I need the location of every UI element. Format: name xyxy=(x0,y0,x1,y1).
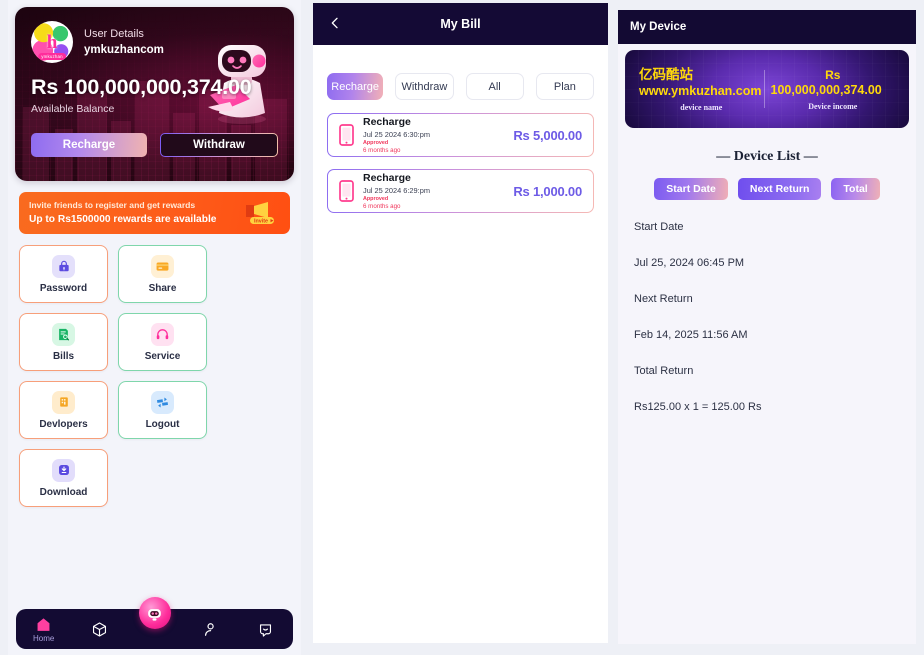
device-name-url: www.ymkuzhan.com xyxy=(639,83,762,98)
device-income-label: Device income xyxy=(808,102,858,112)
balance-hero-card: h ymkuzhan User Details ymkuzhancom Rs 1… xyxy=(15,7,294,181)
nav-item-label: Home xyxy=(33,633,55,643)
device-tab-start-date[interactable]: Start Date xyxy=(654,178,728,200)
menu-tile-label: Devlopers xyxy=(39,418,88,430)
chevron-left-icon xyxy=(331,17,338,28)
transaction-row[interactable]: Recharge Jul 25 2024 6:30:pm Approved 6 … xyxy=(327,113,594,157)
detail-label-total-return: Total Return xyxy=(634,365,694,377)
available-balance-amount: Rs 100,000,000,374.00 xyxy=(31,75,252,99)
device-tab-total[interactable]: Total xyxy=(831,178,880,200)
bill-panel: My Bill Recharge Withdraw All Plan Recha… xyxy=(313,3,608,643)
building-icon xyxy=(52,390,75,414)
menu-tile-bills[interactable]: Bills xyxy=(19,313,108,371)
filter-tab-all[interactable]: All xyxy=(465,73,524,100)
menu-tile-label: Share xyxy=(148,282,177,294)
invite-line-2: Up to Rs1500000 rewards are available xyxy=(29,213,217,225)
phone-icon xyxy=(339,180,354,202)
transaction-type: Recharge xyxy=(363,115,411,128)
device-tabs: Start Date Next Return Total xyxy=(618,178,916,200)
device-header: My Device xyxy=(618,10,916,44)
nav-item-home[interactable]: Home xyxy=(21,616,67,643)
device-name-label: device name xyxy=(680,103,723,113)
home-panel: h ymkuzhan User Details ymkuzhancom Rs 1… xyxy=(8,0,301,655)
transaction-relative-time: 6 months ago xyxy=(363,146,401,154)
invite-friends-banner[interactable]: Invite friends to register and get rewar… xyxy=(19,192,290,234)
user-icon xyxy=(205,622,215,636)
transaction-relative-time: 6 months ago xyxy=(363,202,401,210)
invite-badge-icon: Invite xyxy=(242,199,280,227)
menu-tile-label: Download xyxy=(39,486,88,498)
transaction-amount: Rs 5,000.00 xyxy=(513,127,582,143)
nav-item-products[interactable] xyxy=(76,621,122,638)
bill-filter-tabs: Recharge Withdraw All Plan xyxy=(313,45,608,100)
transaction-status: Approved xyxy=(363,195,389,202)
detail-label-next-return: Next Return xyxy=(634,293,693,305)
app-screenshot: h ymkuzhan User Details ymkuzhancom Rs 1… xyxy=(0,0,924,655)
device-summary-card: 亿码酷站 www.ymkuzhan.com device name Rs 100… xyxy=(625,50,909,128)
available-balance-label: Available Balance xyxy=(31,103,115,115)
device-income-currency: Rs xyxy=(825,67,841,82)
device-list-heading: — Device List — xyxy=(716,149,818,164)
menu-tile-devlopers[interactable]: Devlopers xyxy=(19,381,108,439)
nav-item-team[interactable] xyxy=(187,621,233,638)
bill-search-icon xyxy=(52,322,75,346)
device-panel: My Device 亿码酷站 www.ymkuzhan.com device n… xyxy=(618,10,916,644)
home-icon xyxy=(37,617,50,631)
menu-tile-label: Password xyxy=(39,282,88,294)
detail-value-next-return: Feb 14, 2025 11:56 AM xyxy=(634,329,748,341)
menu-tile-logout[interactable]: Logout xyxy=(118,381,207,439)
transaction-row[interactable]: Recharge Jul 25 2024 6:29:pm Approved 6 … xyxy=(327,169,594,213)
menu-tile-label: Logout xyxy=(145,418,180,430)
user-details-label: User Details xyxy=(84,27,144,40)
transaction-amount: Rs 1,000.00 xyxy=(513,183,582,199)
svg-text:Invite: Invite xyxy=(254,219,268,225)
menu-tile-service[interactable]: Service xyxy=(118,313,207,371)
card-icon xyxy=(151,254,174,278)
nav-item-chat[interactable] xyxy=(242,621,288,638)
floating-robot-assistant-button[interactable] xyxy=(138,597,171,629)
filter-tab-recharge[interactable]: Recharge xyxy=(327,73,384,100)
user-name: ymkuzhancom xyxy=(84,44,164,57)
download-icon xyxy=(52,458,75,482)
user-avatar[interactable]: h ymkuzhan xyxy=(31,21,73,63)
lock-icon xyxy=(52,254,75,278)
menu-tile-share[interactable]: Share xyxy=(118,245,207,303)
filter-tab-withdraw[interactable]: Withdraw xyxy=(395,73,454,100)
withdraw-button[interactable]: Withdraw xyxy=(160,133,278,157)
menu-tile-password[interactable]: Password xyxy=(19,245,108,303)
detail-value-start-date: Jul 25, 2024 06:45 PM xyxy=(634,257,745,269)
bill-header: My Bill xyxy=(313,3,608,45)
page-title: My Device xyxy=(630,21,687,33)
avatar-letter: h xyxy=(46,31,58,53)
menu-tile-download[interactable]: Download xyxy=(19,449,108,507)
phone-icon xyxy=(339,124,354,146)
filter-tab-plan[interactable]: Plan xyxy=(535,73,594,100)
headset-icon xyxy=(151,322,174,346)
device-tab-next-return[interactable]: Next Return xyxy=(737,178,822,200)
transaction-datetime: Jul 25 2024 6:30:pm xyxy=(363,129,430,139)
detail-label-start-date: Start Date xyxy=(634,221,684,233)
recharge-button[interactable]: Recharge xyxy=(31,133,147,157)
device-income-amount: 100,000,000,374.00 xyxy=(770,82,882,97)
robot-icon xyxy=(148,608,161,621)
cube-icon xyxy=(92,621,106,637)
transaction-status: Approved xyxy=(363,139,389,146)
invite-line-1: Invite friends to register and get rewar… xyxy=(29,200,196,211)
back-button[interactable] xyxy=(327,15,343,34)
page-title: My Bill xyxy=(440,17,481,31)
device-detail-rows: Start Date Jul 25, 2024 06:45 PM Next Re… xyxy=(618,200,916,413)
chat-icon xyxy=(259,623,271,637)
menu-tile-label: Service xyxy=(144,350,181,362)
detail-value-total-return: Rs125.00 x 1 = 125.00 Rs xyxy=(634,401,762,413)
logout-swap-icon xyxy=(151,390,174,414)
user-summary: h ymkuzhan User Details ymkuzhancom xyxy=(31,21,278,63)
device-name-cn: 亿码酷站 xyxy=(639,66,693,82)
avatar-tag: ymkuzhan xyxy=(38,53,66,60)
transaction-datetime: Jul 25 2024 6:29:pm xyxy=(363,185,430,195)
transaction-list: Recharge Jul 25 2024 6:30:pm Approved 6 … xyxy=(313,100,608,213)
transaction-type: Recharge xyxy=(363,171,411,184)
menu-tile-label: Bills xyxy=(52,350,75,362)
quick-menu-grid: Password Share Bills Service Devlopers L… xyxy=(8,234,301,507)
